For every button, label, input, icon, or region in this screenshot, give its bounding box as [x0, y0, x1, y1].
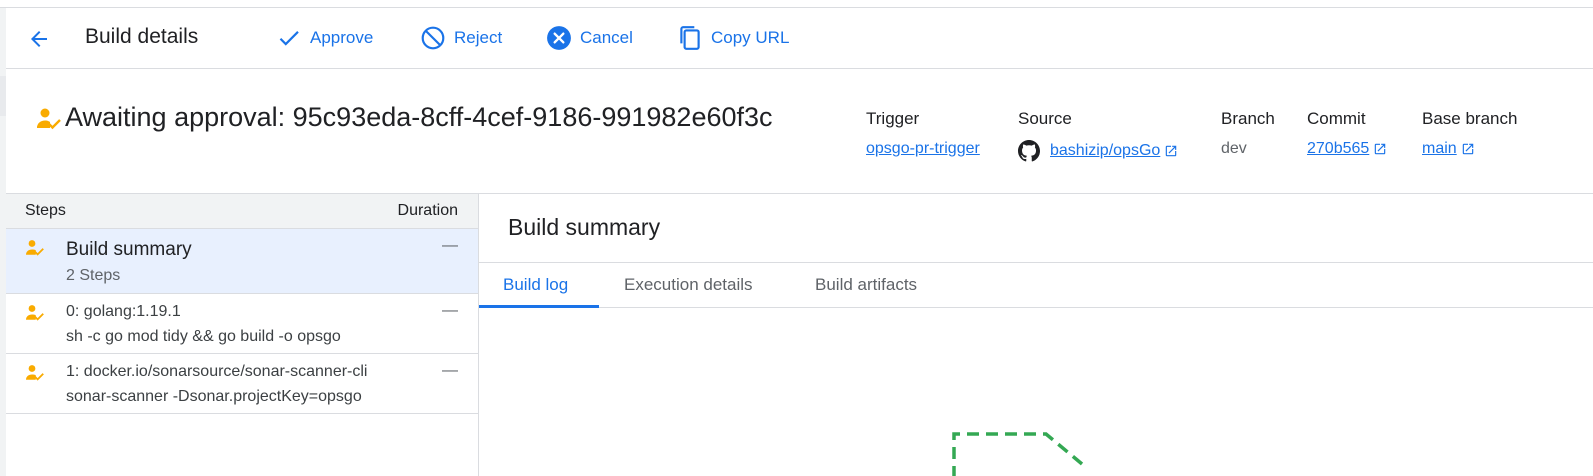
copy-icon [680, 26, 700, 50]
reject-button[interactable]: Reject [420, 22, 502, 54]
page-title: Build details [85, 25, 199, 48]
meta-trigger: Trigger opsgo-pr-trigger [866, 109, 980, 158]
build-header: Awaiting approval: 95c93eda-8cff-4cef-91… [6, 69, 1593, 193]
arrow-back-icon [31, 31, 47, 47]
commit-link[interactable]: 270b565 [1307, 140, 1387, 158]
steps-column-header: Steps [25, 202, 66, 219]
meta-branch: Branch dev [1221, 109, 1275, 158]
check-icon [279, 31, 299, 46]
cancel-button[interactable]: Cancel [546, 22, 633, 54]
copy-url-label: Copy URL [711, 28, 790, 47]
reject-label: Reject [454, 28, 503, 47]
steps-table-header: Steps Duration [6, 194, 478, 229]
branch-value: dev [1221, 140, 1247, 157]
step-title: Build summary [66, 239, 192, 260]
tab-build-artifacts[interactable]: Build artifacts [815, 275, 917, 295]
cancel-label: Cancel [580, 28, 633, 47]
step-title: 1: docker.io/sonarsource/sonar-scanner-c… [66, 363, 368, 380]
step-row-0[interactable]: 0: golang:1.19.1 sh -c go mod tidy && go… [6, 294, 478, 354]
awaiting-approval-icon [26, 240, 44, 256]
branch-label: Branch [1221, 109, 1275, 128]
steps-panel: Steps Duration Build summary 2 Steps — 0… [6, 194, 479, 476]
meta-base-branch: Base branch main [1422, 109, 1517, 158]
source-label: Source [1018, 109, 1072, 128]
open-in-new-icon [1462, 143, 1473, 155]
github-icon [1018, 140, 1040, 162]
open-in-new-icon [1166, 145, 1177, 157]
block-icon [421, 26, 445, 50]
source-link-text: bashizip/opsGo [1050, 142, 1161, 159]
step-duration: — [442, 237, 458, 254]
source-link[interactable]: bashizip/opsGo [1018, 140, 1178, 162]
trigger-label: Trigger [866, 109, 920, 128]
base-branch-link-text: main [1422, 140, 1457, 157]
step-subtitle: sh -c go mod tidy && go build -o opsgo [66, 328, 341, 345]
trigger-link[interactable]: opsgo-pr-trigger [866, 140, 980, 158]
commit-label: Commit [1307, 109, 1366, 128]
active-tab-indicator [479, 305, 599, 308]
open-in-new-icon [1375, 143, 1386, 155]
build-heading: Awaiting approval: 95c93eda-8cff-4cef-91… [65, 102, 773, 132]
awaiting-approval-icon [37, 108, 61, 130]
tab-execution-details[interactable]: Execution details [624, 275, 753, 295]
back-button[interactable] [24, 24, 54, 54]
approve-label: Approve [310, 28, 374, 47]
main-title: Build summary [508, 214, 661, 240]
meta-commit: Commit 270b565 [1307, 109, 1387, 158]
tab-bar: Build log Execution details Build artifa… [479, 262, 1593, 308]
step-row-1[interactable]: 1: docker.io/sonarsource/sonar-scanner-c… [6, 354, 478, 414]
top-strip [0, 0, 1593, 8]
copy-url-button[interactable]: Copy URL [677, 22, 789, 54]
awaiting-approval-icon [26, 305, 44, 321]
step-title: 0: golang:1.19.1 [66, 303, 181, 320]
cancel-circle-icon [547, 26, 571, 50]
step-duration: — [442, 362, 458, 379]
step-subtitle: 2 Steps [66, 267, 121, 284]
step-row-build-summary[interactable]: Build summary 2 Steps — [6, 229, 478, 294]
toolbar: Build details Approve Reject Cancel Copy… [6, 8, 1593, 69]
base-branch-label: Base branch [1422, 109, 1518, 128]
tab-build-log[interactable]: Build log [503, 275, 568, 295]
duration-column-header: Duration [397, 202, 458, 219]
step-subtitle: sonar-scanner -Dsonar.projectKey=opsgo [66, 388, 362, 405]
approve-button[interactable]: Approve [276, 22, 373, 54]
awaiting-approval-icon [26, 365, 44, 381]
empty-log-illustration [952, 432, 1084, 476]
meta-source: Source bashizip/opsGo [1018, 109, 1178, 167]
step-duration: — [442, 302, 458, 319]
commit-link-text: 270b565 [1307, 140, 1370, 157]
main-panel: Build summary Build log Execution detail… [479, 194, 1593, 476]
base-branch-link[interactable]: main [1422, 140, 1475, 158]
